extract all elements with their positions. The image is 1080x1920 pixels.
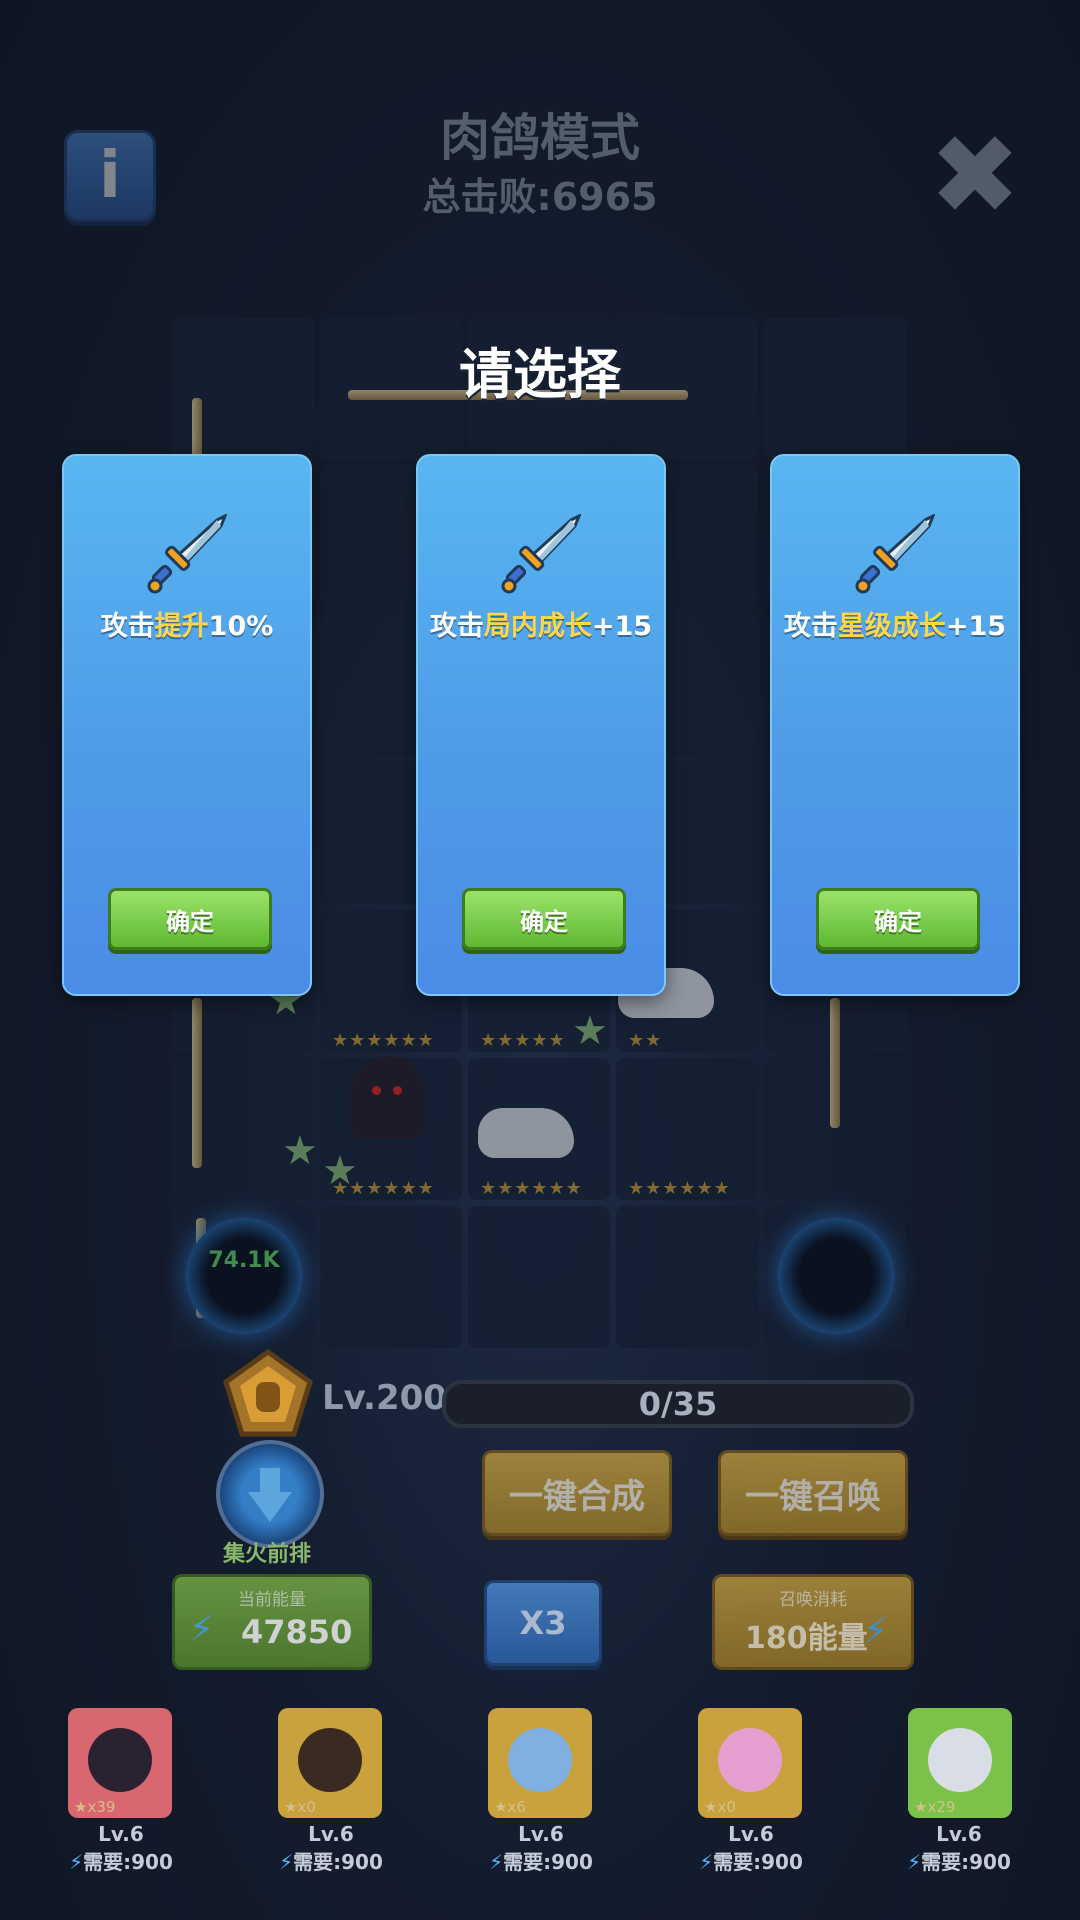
right-portal — [778, 1218, 894, 1334]
boar-portrait — [298, 1728, 362, 1792]
card-description: 攻击星级成长+15 — [783, 611, 1007, 642]
roster-count: ★x6 — [494, 1798, 526, 1816]
card-description: 攻击局内成长+15 — [429, 611, 653, 642]
upgrade-card-3[interactable]: 攻击星级成长+15 确定 — [770, 454, 1020, 996]
roster-count: ★x29 — [914, 1798, 956, 1816]
energy-caption: 当前能量 — [238, 1590, 306, 1610]
star-rating: ★★★★★★ — [480, 1178, 583, 1199]
hooded-warrior-unit[interactable] — [332, 1048, 442, 1148]
roster-card-boar[interactable]: ★x0 — [278, 1708, 382, 1818]
roster-card-pink-slime[interactable]: ★x0 — [698, 1708, 802, 1818]
auto-merge-button[interactable]: 一键合成 — [482, 1450, 672, 1536]
pink-slime-portrait — [718, 1728, 782, 1792]
hooded-warrior-portrait — [88, 1728, 152, 1792]
summon-cost-caption: 召唤消耗 — [779, 1590, 847, 1610]
flying-sword — [192, 998, 202, 1168]
star-rating: ★★★★★ — [480, 1030, 566, 1051]
roster-level: Lv.6 — [518, 1822, 564, 1846]
roster-card-wolf[interactable]: ★x29 — [908, 1708, 1012, 1818]
lightning-bolt-icon: ⚡ — [189, 1609, 215, 1650]
sword-icon — [501, 514, 581, 594]
board-cell — [320, 1206, 462, 1348]
wolf-unit[interactable] — [472, 1078, 582, 1178]
lightning-bolt-icon: ⚡ — [907, 1850, 922, 1874]
close-button[interactable]: ✖ — [928, 120, 1022, 230]
close-icon: ✖ — [928, 111, 1022, 239]
lightning-bolt-icon: ⚡ — [863, 1611, 889, 1652]
portal-damage-text: 74.1K — [208, 1248, 280, 1273]
confirm-button[interactable]: 确定 — [816, 888, 980, 950]
upgrade-card-1[interactable]: 攻击提升10% 确定 — [62, 454, 312, 996]
roster-requirement: ⚡需要:900 — [69, 1850, 173, 1874]
upgrade-card-2[interactable]: 攻击局内成长+15 确定 — [416, 454, 666, 996]
roster-count: ★x39 — [74, 1798, 116, 1816]
experience-text: 0/35 — [638, 1385, 718, 1423]
energy-value: 47850 — [241, 1613, 353, 1651]
roster-requirement: ⚡需要:900 — [907, 1850, 1011, 1874]
lightning-bolt-icon: ⚡ — [69, 1850, 84, 1874]
sparkle-icon: ★ — [282, 1128, 318, 1174]
roster-requirement: ⚡需要:900 — [699, 1850, 803, 1874]
roster-card-blue-slime[interactable]: ★x6 — [488, 1708, 592, 1818]
board-cell — [468, 1206, 610, 1348]
focus-fire-button[interactable] — [216, 1440, 324, 1548]
confirm-button[interactable]: 确定 — [462, 888, 626, 950]
star-rating: ★★★★★★ — [628, 1178, 731, 1199]
roster-requirement: ⚡需要:900 — [489, 1850, 593, 1874]
lightning-bolt-icon: ⚡ — [699, 1850, 714, 1874]
confirm-button[interactable]: 确定 — [108, 888, 272, 950]
left-portal — [186, 1218, 302, 1334]
focus-fire-icon — [248, 1468, 292, 1522]
flying-sword — [830, 998, 840, 1128]
rank-badge-icon — [223, 1348, 313, 1437]
board-cell — [616, 1206, 758, 1348]
page-title: 肉鸽模式 — [440, 109, 640, 167]
lightning-bolt-icon: ⚡ — [279, 1850, 294, 1874]
focus-fire-label: 集火前排 — [222, 1542, 311, 1567]
summon-cost-value: 180能量 — [745, 1621, 868, 1656]
sparkle-icon: ★ — [322, 1148, 358, 1194]
auto-summon-button[interactable]: 一键召唤 — [718, 1450, 908, 1536]
blue-slime-portrait — [508, 1728, 572, 1792]
sword-icon — [855, 514, 935, 594]
roster-level: Lv.6 — [728, 1822, 774, 1846]
speed-multiplier-button[interactable]: X3 — [484, 1580, 602, 1666]
roster-count: ★x0 — [284, 1798, 316, 1816]
roster-level: Lv.6 — [936, 1822, 982, 1846]
sparkle-icon: ★ — [572, 1008, 608, 1054]
player-level: Lv.200 — [322, 1378, 447, 1418]
lightning-bolt-icon: ⚡ — [489, 1850, 504, 1874]
choose-prompt: 请选择 — [459, 343, 621, 406]
wolf-portrait — [928, 1728, 992, 1792]
total-kills: 总击败:6965 — [422, 175, 658, 219]
roster-count: ★x0 — [704, 1798, 736, 1816]
roster-requirement: ⚡需要:900 — [279, 1850, 383, 1874]
star-rating: ★★★★★★ — [332, 1030, 435, 1051]
sword-icon — [147, 514, 227, 594]
roster-level: Lv.6 — [98, 1822, 144, 1846]
card-description: 攻击提升10% — [100, 611, 274, 642]
roster-level: Lv.6 — [308, 1822, 354, 1846]
summon-cost-button[interactable]: 召唤消耗 180能量 ⚡ — [712, 1574, 914, 1670]
experience-bar: 0/35 — [442, 1380, 914, 1428]
roster-card-hooded-warrior[interactable]: ★x39 — [68, 1708, 172, 1818]
current-energy-panel: 当前能量 ⚡ 47850 — [172, 1574, 372, 1670]
